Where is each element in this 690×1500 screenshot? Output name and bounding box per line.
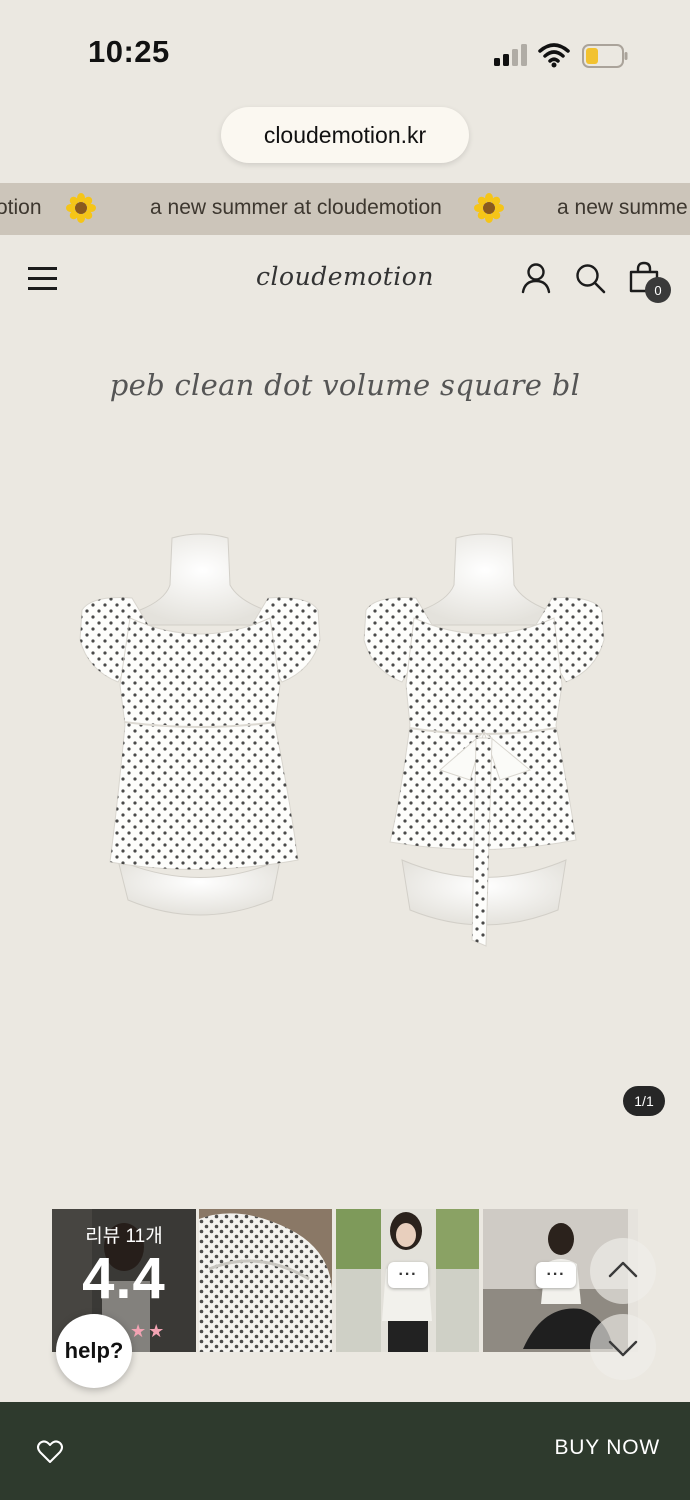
banner-text: otion [0, 196, 42, 219]
cart-count-badge: 0 [645, 277, 671, 303]
wishlist-heart-icon[interactable] [36, 1438, 64, 1466]
sunflower-icon [474, 193, 504, 223]
product-title: peb clean dot volume square bl [109, 368, 581, 402]
scroll-down-button[interactable] [590, 1314, 656, 1380]
sunflower-icon [66, 193, 96, 223]
url-bar[interactable]: cloudemotion.kr [221, 107, 469, 163]
promo-banner: otion a new summer at cloudemotion a new… [0, 183, 690, 235]
user-account-icon[interactable] [520, 262, 552, 294]
rating-stars: ★★ [130, 1321, 167, 1341]
banner-text: a new summer at cloudemotion [150, 196, 442, 219]
buy-now-button[interactable]: BUY NOW [540, 1436, 660, 1460]
review-count-label: 리뷰 11개 [85, 1226, 163, 1247]
chat-bubble-icon: ··· [536, 1262, 576, 1288]
review-thumbnail-2[interactable] [199, 1209, 332, 1352]
chat-bubble-icon: ··· [388, 1262, 428, 1288]
scroll-up-button[interactable] [590, 1238, 656, 1304]
banner-text: a new summe [557, 196, 688, 219]
status-time: 10:25 [88, 34, 170, 69]
cellular-signal-icon [494, 44, 528, 66]
hamburger-menu-icon[interactable] [28, 266, 58, 290]
front-view [79, 533, 321, 916]
battery-icon [582, 44, 628, 68]
search-icon[interactable] [574, 262, 606, 294]
back-view [363, 533, 605, 947]
image-page-indicator: 1/1 [623, 1086, 665, 1116]
chevron-up-icon [608, 1261, 638, 1278]
help-button[interactable]: help? [56, 1314, 132, 1388]
product-image[interactable] [0, 500, 690, 980]
wifi-icon [538, 43, 570, 68]
review-score: 4.4 [82, 1246, 166, 1311]
site-logo[interactable]: cloudemotion [232, 262, 458, 291]
chevron-down-icon [608, 1340, 638, 1357]
